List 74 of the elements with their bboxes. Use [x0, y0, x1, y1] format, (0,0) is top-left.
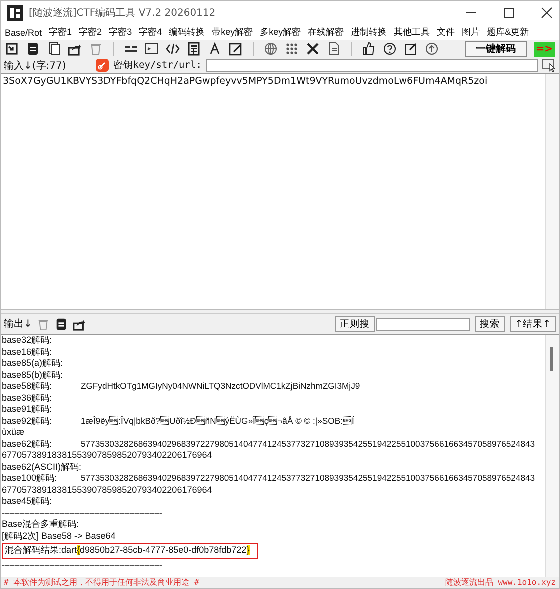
- import-icon[interactable]: [5, 42, 19, 56]
- menu-item[interactable]: 带key解密: [212, 26, 254, 39]
- output-text: [解码2次] Base58 -> Base64: [2, 530, 116, 540]
- globe-icon[interactable]: [264, 42, 278, 56]
- output-label-text: base91解码:: [2, 404, 54, 416]
- menu-item[interactable]: 在线解密: [308, 26, 344, 39]
- menu-item[interactable]: 图片: [462, 26, 480, 39]
- tools-icon[interactable]: [306, 42, 320, 56]
- output-value: ZGFydHtkOTg1MGIyNy04NWNiLTQ3NzctODVlMC1kZjBiNzhmZGI3MjJ9: [81, 381, 360, 391]
- output-text: 677057389183815539078598520793402206176964: [2, 450, 212, 460]
- output-text: ùxüæ: [2, 427, 25, 437]
- divider-line: ----------------------------------------------------------------: [2, 508, 162, 518]
- output-value: 57735303282686394029683972279805140477412453773271089393542551942255100375661663457058976524843: [81, 473, 536, 483]
- upload-icon[interactable]: [425, 42, 439, 56]
- share-icon[interactable]: [73, 318, 86, 330]
- file-icon[interactable]: [327, 42, 341, 56]
- maximize-icon[interactable]: [503, 7, 515, 19]
- divider-line: ----------------------------------------------------------------: [2, 560, 162, 570]
- calculator-icon[interactable]: [187, 42, 201, 56]
- decode-button[interactable]: 一键解码: [465, 41, 528, 57]
- output-label-text: base85(b)解码:: [2, 370, 64, 381]
- scrollbar[interactable]: [545, 335, 559, 577]
- pencil-icon[interactable]: [404, 42, 418, 56]
- code-icon[interactable]: [166, 42, 180, 56]
- key-field[interactable]: [206, 59, 538, 72]
- disclaimer-text: # 本软件为测试之用，不得用于任何非法及商业用途 #: [4, 577, 200, 588]
- search-field[interactable]: [376, 318, 470, 330]
- output-label-text: base58解码:: [2, 381, 54, 392]
- regex-search-button[interactable]: 正则搜: [335, 316, 376, 332]
- output-label-text: base45解码:: [2, 496, 54, 508]
- menu-item[interactable]: 字密4: [139, 26, 162, 39]
- window-title: [随波逐流]CTF编码工具 V7.2 20260112: [29, 6, 216, 20]
- input-label: 输入↓(字:77): [4, 60, 66, 72]
- document-icon[interactable]: [47, 42, 61, 56]
- share-icon[interactable]: [68, 42, 82, 56]
- menu-item[interactable]: 字密1: [49, 26, 72, 39]
- output-text: 677057389183815539078598520793402206176964: [2, 484, 212, 494]
- output-value: 1æÎ9ëy:ÎVq|bkBð?Uðî½ÐñNýËÙG»Îç¬âÅ © © :|»SOB:Í: [81, 416, 354, 426]
- scrollbar[interactable]: [545, 74, 559, 309]
- result-button[interactable]: ↑结果↑: [510, 316, 556, 332]
- output-label-text: base36解码:: [2, 392, 54, 404]
- terminal-icon[interactable]: [145, 42, 159, 56]
- output-label: 输出↓: [4, 318, 32, 331]
- edit-icon[interactable]: [229, 42, 243, 56]
- output-label-text: base85(a)解码:: [2, 358, 64, 370]
- menu-item[interactable]: 字密3: [109, 26, 132, 39]
- thumbs-up-icon[interactable]: [362, 42, 376, 56]
- menu-item[interactable]: Base/Rot: [5, 28, 42, 38]
- font-icon[interactable]: [208, 42, 222, 56]
- output-text: Base混合多重解码:: [2, 519, 80, 529]
- output-label-text: base16解码:: [2, 346, 54, 358]
- grid-icon[interactable]: [285, 42, 299, 56]
- copy-icon[interactable]: [55, 318, 68, 330]
- key-label: 密钥key/str/url:: [113, 59, 202, 72]
- credit-text: 随波逐流出品 www.1o1o.xyz: [445, 577, 556, 588]
- menu-item[interactable]: 字密2: [79, 26, 102, 39]
- help-icon[interactable]: [383, 42, 397, 56]
- menu-item[interactable]: 其他工具: [394, 26, 430, 39]
- logo-icon: [7, 5, 23, 21]
- output-label-text: base62解码:: [2, 438, 54, 450]
- output-label-text: base92解码:: [2, 416, 54, 427]
- close-icon[interactable]: [541, 7, 553, 19]
- pointer-icon[interactable]: [542, 59, 556, 72]
- search-button[interactable]: 搜索: [475, 316, 506, 332]
- copy-icon[interactable]: [26, 42, 40, 56]
- menu-item[interactable]: 题库&更新: [487, 26, 530, 39]
- output-label-text: base62(ASCII)解码:: [2, 462, 82, 473]
- menu-item[interactable]: 文件: [437, 26, 456, 39]
- output-label-text: base100解码:: [2, 473, 58, 484]
- menu-item[interactable]: 编码转换: [169, 26, 206, 39]
- menu-item[interactable]: 多key解密: [260, 26, 302, 39]
- menu-item[interactable]: 进制转换: [351, 26, 388, 39]
- output-label-text: base32解码:: [2, 335, 54, 346]
- output-value: 57735303282686394029683972279805140477412453773271089393542551942255100375661663457058976524843: [81, 438, 536, 448]
